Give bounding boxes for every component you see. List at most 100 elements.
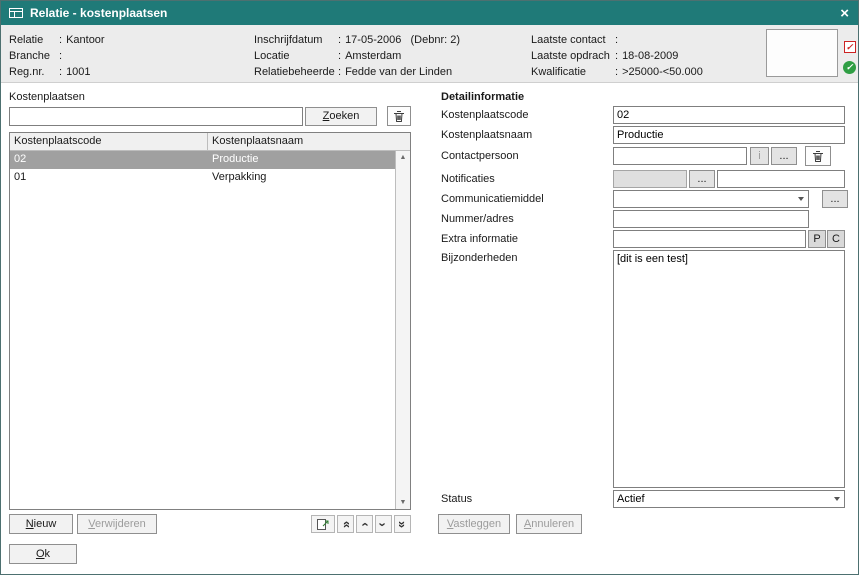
kostenplaatsnaam-input[interactable] — [613, 126, 845, 144]
inschrijfdatum-label: Inschrijfdatum — [254, 32, 338, 48]
laatste-contact-label: Laatste contact — [531, 32, 615, 48]
communicatiemiddel-select[interactable] — [613, 190, 809, 208]
detail-buttons-row: Vastleggen Annuleren — [438, 514, 848, 534]
relation-summary-header: Relatie:Kantoor Branche: Reg.nr.:1001 In… — [1, 25, 858, 83]
titlebar: Relatie - kostenplaatsen × — [1, 1, 858, 25]
locatie-label: Locatie — [254, 48, 338, 64]
contact-browse-button[interactable]: ... — [771, 147, 797, 165]
cell-kostenplaatscode: 01 — [10, 169, 208, 187]
notificaties-browse-button[interactable]: ... — [689, 170, 715, 188]
extra-informatie-label: Extra informatie — [438, 233, 613, 245]
contactpersoon-input[interactable] — [613, 147, 747, 165]
contact-delete-button[interactable] — [805, 146, 831, 166]
column-header-kostenplaatscode[interactable]: Kostenplaatscode — [10, 133, 208, 150]
form-row-contactpersoon: Contactpersoon i ... — [438, 146, 848, 166]
ok-button[interactable]: Ok — [9, 544, 77, 564]
table-header: Kostenplaatscode Kostenplaatsnaam — [10, 133, 410, 151]
ok-row: Ok — [9, 544, 411, 564]
nummer-adres-label: Nummer/adres — [438, 213, 613, 225]
header-column-1: Relatie:Kantoor Branche: Reg.nr.:1001 — [9, 32, 105, 80]
table-row[interactable]: 01 Verpakking — [10, 169, 395, 187]
detailinformatie-panel: Detailinformatie Kostenplaatscode Kosten… — [438, 91, 848, 534]
cell-kostenplaatsnaam: Verpakking — [208, 169, 395, 187]
move-down-button[interactable]: › — [375, 515, 392, 533]
export-icon — [316, 517, 330, 531]
green-check-icon: ✓ — [843, 61, 856, 74]
extra-informatie-input[interactable] — [613, 230, 806, 248]
form-row-notificaties: Notificaties ... — [438, 170, 848, 188]
vastleggen-button[interactable]: Vastleggen — [438, 514, 510, 534]
branche-label: Branche — [9, 48, 59, 64]
communicatiemiddel-label: Communicatiemiddel — [438, 193, 613, 205]
contactpersoon-label: Contactpersoon — [438, 150, 613, 162]
chevron-down-icon: › — [377, 522, 390, 526]
relatie-value: Kantoor — [66, 34, 105, 46]
notificaties-left-input[interactable] — [613, 170, 687, 188]
move-first-button[interactable]: » — [337, 515, 354, 533]
search-row: Zoeken — [9, 106, 411, 126]
scroll-up-icon[interactable]: ▲ — [396, 154, 410, 161]
form-row-status: Status Actief — [438, 490, 848, 508]
double-chevron-up-icon: » — [339, 520, 352, 527]
header-column-3: Laatste contact: Laatste opdrach:18-08-2… — [531, 32, 703, 80]
kwalificatie-value: >25000-<50.000 — [622, 66, 703, 78]
double-chevron-down-icon: » — [396, 520, 409, 527]
list-buttons-row: Nieuw Verwijderen » › › » — [9, 514, 411, 534]
annuleren-button[interactable]: Annuleren — [516, 514, 582, 534]
kostenplaatscode-input[interactable] — [613, 106, 845, 124]
scroll-down-icon[interactable]: ▼ — [396, 499, 410, 506]
form-row-extra-informatie: Extra informatie P C — [438, 230, 848, 248]
window-icon — [9, 7, 23, 19]
trash-icon — [393, 110, 405, 123]
table-scrollbar[interactable]: ▲ ▼ — [395, 151, 410, 509]
trash-icon — [812, 150, 824, 163]
locatie-value: Amsterdam — [345, 50, 401, 62]
column-header-kostenplaatsnaam[interactable]: Kostenplaatsnaam — [208, 133, 410, 150]
laatste-opdracht-label: Laatste opdrach — [531, 48, 615, 64]
status-icons: ✓ ✓ — [843, 41, 856, 74]
export-button[interactable] — [311, 515, 335, 533]
status-select[interactable]: Actief — [613, 490, 845, 508]
nummer-adres-input[interactable] — [613, 210, 809, 228]
communicatiemiddel-browse-button[interactable]: ... — [822, 190, 848, 208]
kostenplaatsen-table: Kostenplaatscode Kostenplaatsnaam 02 Pro… — [9, 132, 411, 510]
close-icon[interactable]: × — [840, 6, 849, 21]
header-column-2: Inschrijfdatum:17-05-2006 (Debnr: 2) Loc… — [254, 32, 460, 80]
bijzonderheden-label: Bijzonderheden — [438, 250, 613, 264]
bijzonderheden-textarea[interactable]: [dit is een test] — [613, 250, 845, 488]
form-row-bijzonderheden: Bijzonderheden [dit is een test] — [438, 250, 848, 488]
status-combo: Actief — [613, 490, 845, 508]
form-row-kostenplaatsnaam: Kostenplaatsnaam — [438, 126, 848, 144]
form-row-nummer-adres: Nummer/adres — [438, 210, 848, 228]
contact-info-button[interactable]: i — [750, 147, 769, 165]
move-last-button[interactable]: » — [394, 515, 411, 533]
kostenplaatscode-label: Kostenplaatscode — [438, 109, 613, 121]
kwalificatie-label: Kwalificatie — [531, 64, 615, 80]
verwijderen-button[interactable]: Verwijderen — [77, 514, 157, 534]
status-label: Status — [438, 493, 613, 505]
form-row-communicatiemiddel: Communicatiemiddel ... — [438, 190, 848, 208]
kostenplaatsnaam-label: Kostenplaatsnaam — [438, 129, 613, 141]
inschrijfdatum-value: 17-05-2006 (Debnr: 2) — [345, 34, 460, 46]
cell-kostenplaatscode: 02 — [10, 151, 208, 169]
kostenplaatsen-panel: Kostenplaatsen Zoeken Kostenplaatscode K… — [9, 91, 411, 564]
clear-list-trash-button[interactable] — [387, 106, 411, 126]
table-body: 02 Productie 01 Verpakking — [10, 151, 395, 509]
relatie-label: Relatie — [9, 32, 59, 48]
kostenplaatsen-title: Kostenplaatsen — [9, 91, 411, 106]
c-button[interactable]: C — [827, 230, 845, 248]
chevron-up-icon: › — [358, 522, 371, 526]
laatste-opdracht-value: 18-08-2009 — [622, 50, 678, 62]
relatie-kostenplaatsen-dialog: Relatie - kostenplaatsen × Relatie:Kanto… — [0, 0, 859, 575]
nieuw-button[interactable]: Nieuw — [9, 514, 73, 534]
cell-kostenplaatsnaam: Productie — [208, 151, 395, 169]
table-row[interactable]: 02 Productie — [10, 151, 395, 169]
move-up-button[interactable]: › — [356, 515, 373, 533]
p-button[interactable]: P — [808, 230, 826, 248]
notificaties-label: Notificaties — [438, 173, 613, 185]
zoeken-button[interactable]: Zoeken — [305, 107, 377, 126]
form-row-kostenplaatscode: Kostenplaatscode — [438, 106, 848, 124]
regnr-value: 1001 — [66, 66, 90, 78]
notificaties-right-input[interactable] — [717, 170, 845, 188]
search-input[interactable] — [9, 107, 303, 126]
